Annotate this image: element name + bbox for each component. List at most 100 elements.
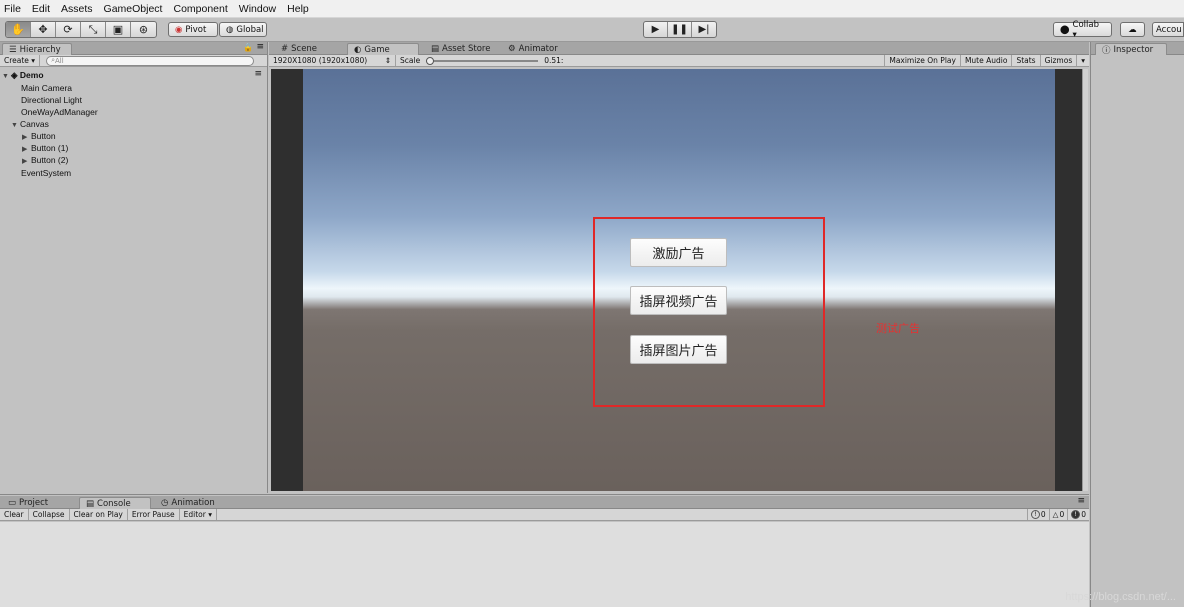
scale-icon[interactable]: ⤡ — [81, 22, 106, 37]
info-count-toggle[interactable]: ! 0 — [1026, 509, 1049, 520]
collapse-triangle-icon[interactable]: ▶ — [22, 133, 31, 141]
create-dropdown[interactable]: Create ▾ — [0, 55, 41, 66]
maximize-on-play-toggle[interactable]: Maximize On Play — [884, 55, 961, 66]
tab-hierarchy[interactable]: ☰ Hierarchy — [2, 43, 72, 55]
tree-item-canvas[interactable]: ▼ Canvas — [11, 119, 49, 129]
stats-toggle[interactable]: Stats — [1012, 55, 1041, 66]
scene-root[interactable]: ▼ ◈ Demo — [2, 70, 44, 81]
rotate-icon[interactable]: ⟳ — [56, 22, 81, 37]
info-icon: ⓘ — [1102, 45, 1111, 56]
tab-game[interactable]: ◐ Game — [347, 43, 419, 55]
warning-count-toggle[interactable]: △ 0 — [1048, 509, 1068, 520]
cloud-button[interactable]: ☁ — [1120, 22, 1145, 37]
tab-animator[interactable]: ⚙ Animator — [502, 43, 564, 55]
hierarchy-icon: ☰ — [9, 44, 17, 55]
global-button[interactable]: ◍ Global — [219, 22, 267, 37]
pivot-button[interactable]: ◉ Pivot — [168, 22, 218, 37]
lock-icon[interactable]: 🔒 — [243, 43, 253, 52]
console-log-area[interactable] — [0, 522, 1089, 607]
watermark: https://blog.csdn.net/... — [1065, 591, 1176, 603]
animator-icon: ⚙ — [508, 44, 516, 54]
panel-menu-icon[interactable]: ≡ — [256, 42, 264, 52]
hierarchy-search-input[interactable]: ⌕ All — [46, 55, 255, 66]
expand-triangle-icon[interactable]: ▼ — [2, 73, 11, 80]
inspector-panel: ⓘ Inspector — [1090, 42, 1184, 607]
shop-icon: ▤ — [431, 44, 440, 54]
error-pause-toggle[interactable]: Error Pause — [128, 509, 180, 520]
warning-icon: △ — [1052, 510, 1059, 519]
error-icon: ! — [1071, 510, 1081, 519]
error-count-toggle[interactable]: ! 0 — [1067, 509, 1089, 520]
toolbar: ✋ ✥ ⟳ ⤡ ▣ ⊛ ◉ Pivot ◍ Global ▶ ❚❚ ▶| ⬤ C… — [0, 18, 1184, 42]
tab-console[interactable]: ▤ Console — [79, 497, 151, 509]
game-scrollbar[interactable] — [1082, 69, 1088, 491]
interstitial-image-ad-button[interactable]: 插屏图片广告 — [630, 335, 727, 364]
resolution-dropdown[interactable]: 1920X1080 (1920x1080) ⇕ — [269, 55, 396, 66]
tab-scene[interactable]: # Scene — [275, 43, 323, 55]
scene-menu-icon[interactable]: ≡ — [254, 69, 262, 79]
annotation-label: 测试广告 — [876, 322, 920, 335]
scale-control: Scale 0.51: — [400, 56, 564, 65]
collapse-toggle[interactable]: Collapse — [29, 509, 70, 520]
play-controls: ▶ ❚❚ ▶| — [643, 21, 717, 38]
rect-tool-icon[interactable]: ▣ — [106, 22, 131, 37]
rewarded-ad-button[interactable]: 激励广告 — [630, 238, 727, 267]
collapse-triangle-icon[interactable]: ▶ — [22, 145, 31, 153]
pacman-icon: ◐ — [354, 44, 362, 55]
hand-icon[interactable]: ✋ — [6, 22, 31, 37]
tree-item-button[interactable]: ▶ Button — [22, 131, 56, 141]
tab-asset-store[interactable]: ▤ Asset Store — [425, 43, 496, 55]
menu-component[interactable]: Component — [173, 3, 227, 15]
pivot-icon: ◉ — [175, 24, 183, 35]
play-icon[interactable]: ▶ — [644, 22, 668, 37]
menu-help[interactable]: Help — [287, 3, 309, 15]
tree-item-onewayadmanager[interactable]: OneWayAdManager — [21, 107, 98, 117]
tab-inspector[interactable]: ⓘ Inspector — [1095, 43, 1167, 56]
clear-on-play-toggle[interactable]: Clear on Play — [70, 509, 128, 520]
hierarchy-panel: ☰ Hierarchy 🔒 ≡ Create ▾ ⌕ All ▼ ◈ Demo ≡… — [0, 42, 268, 493]
account-button[interactable]: Accou — [1152, 22, 1184, 37]
menu-bar: File Edit Assets GameObject Component Wi… — [0, 0, 1184, 18]
collab-icon: ⬤ — [1060, 24, 1070, 35]
cloud-icon: ☁ — [1128, 24, 1137, 35]
clock-icon: ◷ — [161, 498, 169, 508]
tree-item-button-1[interactable]: ▶ Button (1) — [22, 143, 68, 153]
letterbox-left — [271, 69, 303, 491]
pause-icon[interactable]: ❚❚ — [668, 22, 692, 37]
gizmos-dropdown[interactable]: Gizmos — [1041, 55, 1078, 66]
unity-logo-icon: ◈ — [11, 70, 18, 80]
tab-project[interactable]: ▭ Project — [2, 497, 54, 509]
panel-menu-icon[interactable]: ≡ — [1077, 496, 1085, 506]
move-icon[interactable]: ✥ — [31, 22, 56, 37]
console-icon: ▤ — [86, 498, 95, 509]
step-icon[interactable]: ▶| — [692, 22, 716, 37]
folder-icon: ▭ — [8, 498, 17, 508]
transform-tools: ✋ ✥ ⟳ ⤡ ▣ ⊛ — [5, 21, 157, 38]
interstitial-video-ad-button[interactable]: 插屏视频广告 — [630, 286, 727, 315]
menu-edit[interactable]: Edit — [32, 3, 50, 15]
updown-icon: ⇕ — [384, 56, 391, 65]
tab-animation[interactable]: ◷ Animation — [155, 497, 221, 509]
tree-item-button-2[interactable]: ▶ Button (2) — [22, 155, 68, 165]
clear-button[interactable]: Clear — [0, 509, 29, 520]
console-panel: ▭ Project ▤ Console ◷ Animation ≡ Clear Col… — [0, 494, 1089, 607]
collapse-triangle-icon[interactable]: ▶ — [22, 157, 31, 165]
scene-grid-icon: # — [281, 44, 289, 54]
tree-item-main-camera[interactable]: Main Camera — [21, 83, 72, 93]
scale-slider[interactable] — [426, 56, 539, 65]
menu-file[interactable]: File — [4, 3, 21, 15]
globe-icon: ◍ — [226, 24, 234, 35]
tree-item-eventsystem[interactable]: EventSystem — [21, 168, 71, 178]
menu-gameobject[interactable]: GameObject — [104, 3, 163, 15]
mute-audio-toggle[interactable]: Mute Audio — [961, 55, 1013, 66]
slider-thumb[interactable] — [426, 56, 435, 65]
menu-assets[interactable]: Assets — [61, 3, 93, 15]
menu-window[interactable]: Window — [239, 3, 276, 15]
editor-dropdown[interactable]: Editor ▾ — [180, 509, 217, 520]
expand-triangle-icon[interactable]: ▼ — [11, 122, 20, 129]
collab-button[interactable]: ⬤ Collab ▾ — [1053, 20, 1112, 40]
dropdown-arrow-icon[interactable]: ▾ — [1077, 55, 1089, 66]
tree-item-directional-light[interactable]: Directional Light — [21, 95, 82, 105]
transform-icon[interactable]: ⊛ — [131, 22, 156, 37]
info-icon: ! — [1030, 510, 1040, 519]
